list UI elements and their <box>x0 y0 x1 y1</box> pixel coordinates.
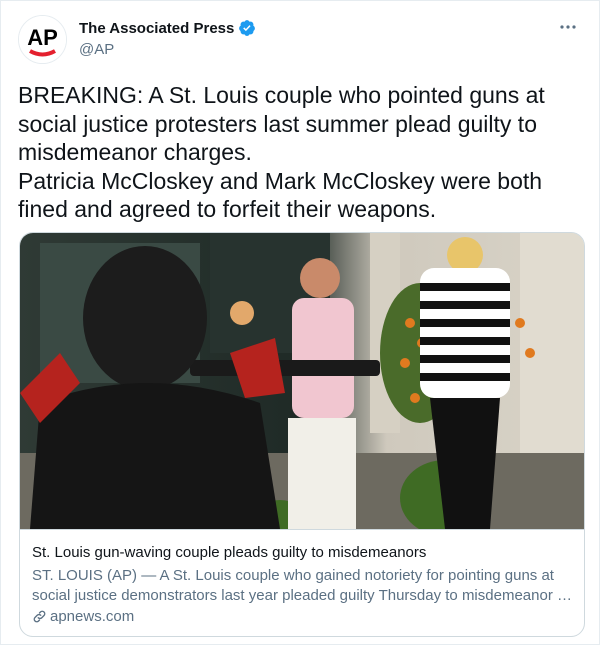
card-title[interactable]: St. Louis gun-waving couple pleads guilt… <box>32 544 426 561</box>
verified-badge-icon <box>238 19 256 37</box>
tweet-text: BREAKING: A St. Louis couple who pointed… <box>18 81 578 224</box>
card-image[interactable] <box>20 233 584 530</box>
tweet-text-line: Patricia McCloskey and Mark McCloskey we… <box>18 167 543 223</box>
card-description-line: ST. LOUIS (AP) — A St. Louis couple who … <box>32 567 554 584</box>
link-icon <box>32 609 47 624</box>
card-description-line: social justice demonstrators last year p… <box>32 587 572 604</box>
avatar[interactable]: AP <box>18 15 67 64</box>
tweet-text-line: BREAKING: A St. Louis couple who pointed… <box>18 82 545 165</box>
more-options-icon[interactable] <box>557 19 579 35</box>
link-card[interactable]: St. Louis gun-waving couple pleads guilt… <box>19 232 585 637</box>
ap-logo-text: AP <box>27 25 58 50</box>
author-handle[interactable]: @AP <box>79 41 114 58</box>
card-domain[interactable]: apnews.com <box>32 608 134 625</box>
card-description: ST. LOUIS (AP) — A St. Louis couple who … <box>32 566 577 606</box>
display-name[interactable]: The Associated Press <box>79 20 234 37</box>
author-name-row: The Associated Press <box>79 19 256 37</box>
tweet: AP The Associated Press @AP BREAKING: A … <box>0 0 600 645</box>
card-domain-text: apnews.com <box>50 608 135 625</box>
